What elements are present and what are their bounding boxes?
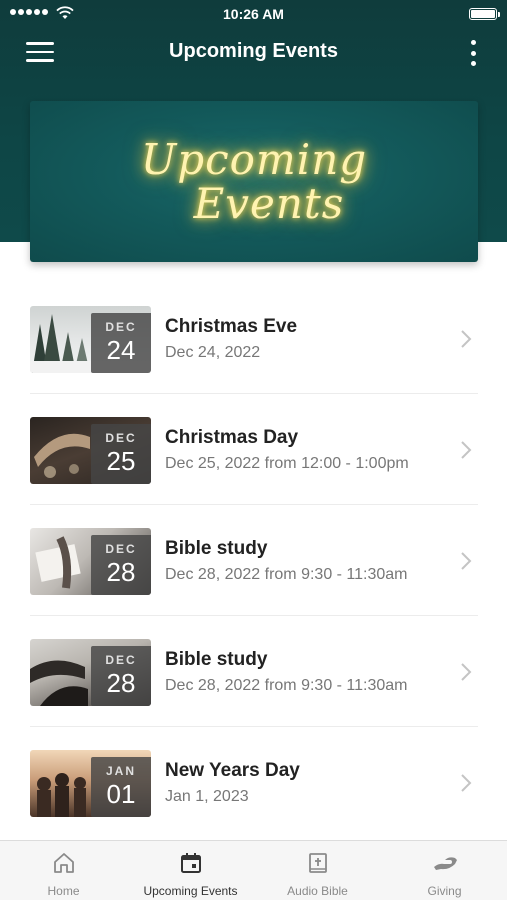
event-day: 28 [106, 557, 136, 587]
tab-giving[interactable]: Giving [381, 841, 507, 900]
tab-label: Home [47, 884, 80, 898]
event-month: JAN [105, 764, 136, 778]
event-month: DEC [105, 653, 137, 667]
event-thumbnail: DEC 28 [30, 639, 151, 706]
event-title: New Years Day [165, 760, 300, 781]
event-row[interactable]: DEC 28 Bible study Dec 28, 2022 from 9:3… [30, 616, 478, 727]
tab-home[interactable]: Home [0, 841, 127, 900]
event-date: Dec 28, 2022 from 9:30 - 11:30am [165, 566, 408, 583]
event-row[interactable]: DEC 25 Christmas Day Dec 25, 2022 from 1… [30, 394, 478, 505]
event-date-badge: DEC 25 [91, 424, 151, 484]
chevron-right-icon [461, 552, 472, 570]
bible-icon [308, 853, 327, 873]
event-date: Dec 25, 2022 from 12:00 - 1:00pm [165, 455, 409, 472]
tab-audio-bible[interactable]: Audio Bible [254, 841, 381, 900]
banner-line-2: Events [193, 178, 345, 228]
event-date: Dec 28, 2022 from 9:30 - 11:30am [165, 677, 408, 694]
banner-neon-text: Upcoming Events [140, 134, 368, 228]
tab-label: Giving [427, 884, 462, 898]
event-day: 24 [106, 335, 136, 365]
event-date: Dec 24, 2022 [165, 344, 261, 361]
event-month: DEC [105, 542, 137, 556]
event-thumbnail: DEC 25 [30, 417, 151, 484]
chevron-right-icon [461, 330, 472, 348]
event-list: DEC 24 Christmas Eve Dec 24, 2022 DEC 25… [30, 283, 478, 838]
tab-label: Audio Bible [287, 884, 348, 898]
event-date-badge: JAN 01 [91, 757, 151, 817]
home-icon [53, 853, 74, 873]
event-month: DEC [105, 320, 137, 334]
event-date-badge: DEC 28 [91, 535, 151, 595]
event-date: Jan 1, 2023 [165, 788, 249, 805]
event-thumbnail: JAN 01 [30, 750, 151, 817]
status-time: 10:26 AM [223, 6, 284, 22]
event-row[interactable]: JAN 01 New Years Day Jan 1, 2023 [30, 727, 478, 838]
event-month: DEC [105, 431, 137, 445]
chevron-right-icon [461, 774, 472, 792]
status-bar: 10:26 AM [0, 0, 507, 28]
event-thumbnail: DEC 28 [30, 528, 151, 595]
tab-label: Upcoming Events [143, 884, 238, 898]
event-date-badge: DEC 28 [91, 646, 151, 706]
giving-hand-icon [433, 857, 457, 870]
navigation-bar: Upcoming Events [0, 30, 507, 74]
chevron-right-icon [461, 441, 472, 459]
upcoming-events-banner: Upcoming Events [30, 101, 478, 262]
event-day: 28 [106, 668, 136, 698]
page-title: Upcoming Events [169, 40, 338, 62]
battery-icon [469, 8, 500, 20]
event-title: Christmas Day [165, 427, 299, 448]
event-day: 01 [106, 779, 136, 809]
event-date-badge: DEC 24 [91, 313, 151, 373]
event-title: Bible study [165, 538, 268, 559]
calendar-icon [180, 853, 201, 873]
tab-upcoming-events[interactable]: Upcoming Events [127, 841, 254, 900]
chevron-right-icon [461, 663, 472, 681]
more-options-icon[interactable] [469, 40, 477, 66]
event-title: Christmas Eve [165, 316, 298, 337]
event-title: Bible study [165, 649, 268, 670]
event-row[interactable]: DEC 28 Bible study Dec 28, 2022 from 9:3… [30, 505, 478, 616]
event-row[interactable]: DEC 24 Christmas Eve Dec 24, 2022 [30, 283, 478, 394]
event-day: 25 [106, 446, 136, 476]
banner-line-1: Upcoming [140, 134, 368, 184]
event-thumbnail: DEC 24 [30, 306, 151, 373]
bottom-tab-bar: Home Upcoming Events Audio Bible Giving [0, 840, 507, 900]
